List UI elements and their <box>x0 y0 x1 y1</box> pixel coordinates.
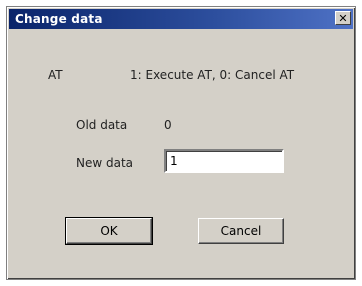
dialog-title: Change data <box>15 12 103 26</box>
new-data-label: New data <box>76 156 134 170</box>
title-bar[interactable]: Change data ✕ <box>9 9 353 29</box>
ok-button[interactable]: OK <box>65 217 153 245</box>
cancel-button[interactable]: Cancel <box>198 218 284 244</box>
old-data-value: 0 <box>164 118 172 132</box>
close-icon: ✕ <box>338 11 348 25</box>
change-data-dialog: Change data ✕ <box>6 6 356 280</box>
close-button[interactable]: ✕ <box>335 11 351 25</box>
at-description: 1: Execute AT, 0: Cancel AT <box>130 68 295 82</box>
old-data-label: Old data <box>76 118 128 132</box>
at-label: AT <box>48 68 63 82</box>
new-data-input[interactable] <box>164 149 284 173</box>
